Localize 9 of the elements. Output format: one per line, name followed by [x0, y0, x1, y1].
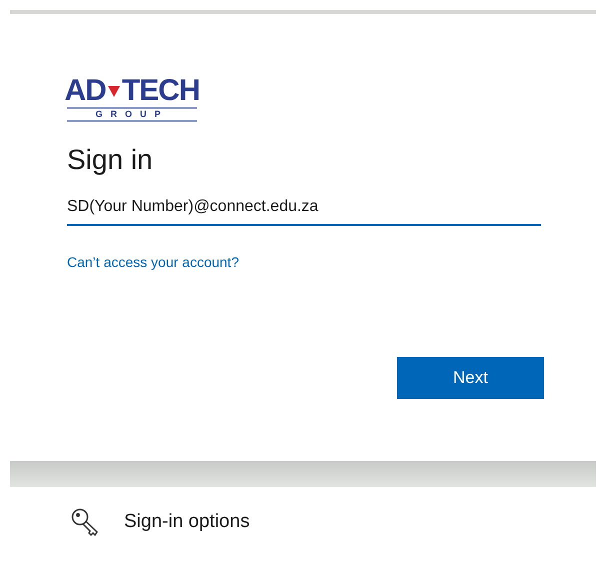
logo-text: AD: [64, 76, 106, 106]
sign-in-options-button[interactable]: Sign-in options: [70, 507, 250, 537]
logo-text: TECH: [122, 76, 200, 106]
triangle-icon: [106, 84, 121, 98]
account-help-link[interactable]: Can’t access your account?: [67, 252, 239, 273]
email-field[interactable]: SD(Your Number)@connect.edu.za: [67, 190, 541, 226]
next-button[interactable]: Next: [397, 357, 544, 399]
page-title: Sign in: [67, 143, 154, 177]
logo-subtitle: GROUP: [95, 109, 168, 120]
